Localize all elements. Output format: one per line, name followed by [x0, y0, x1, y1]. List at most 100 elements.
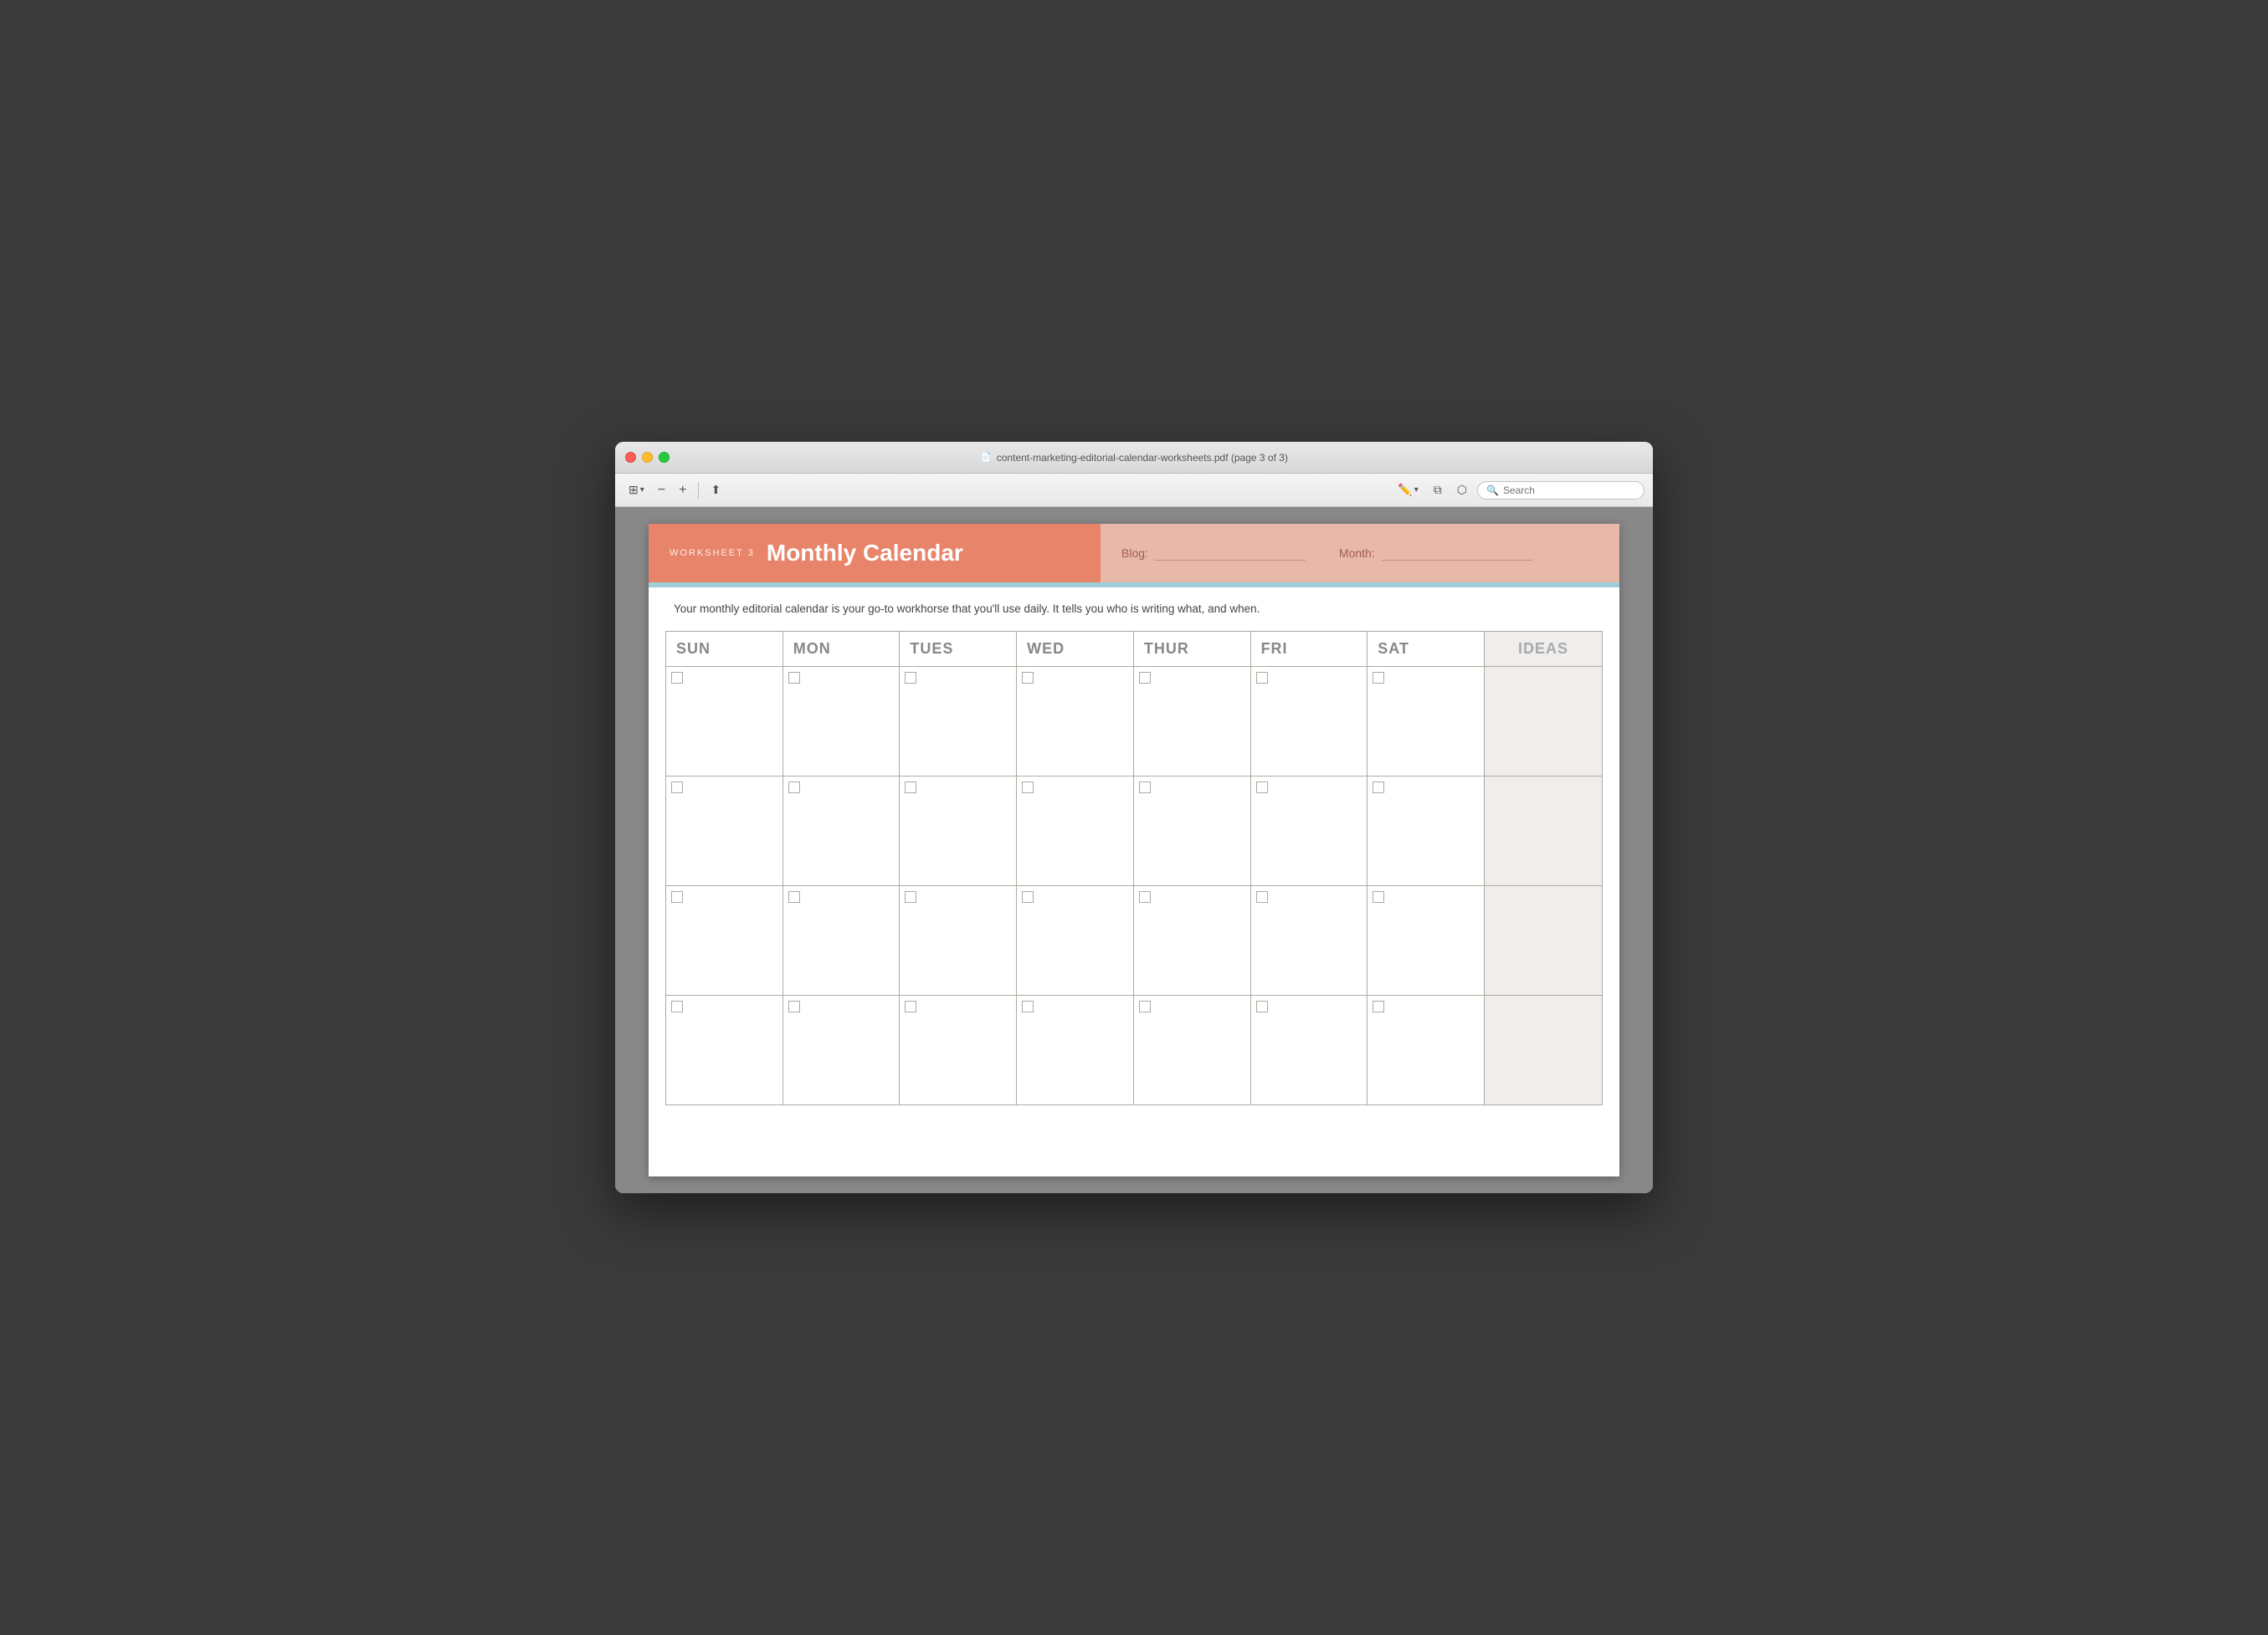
- cell-2-fri: [1251, 776, 1368, 885]
- month-label: Month:: [1339, 546, 1375, 560]
- cell-4-fri: [1251, 996, 1368, 1105]
- day-header-thur: THUR: [1134, 632, 1251, 666]
- cell-1-fri: [1251, 667, 1368, 776]
- calendar-row-3: [666, 886, 1602, 996]
- checkbox-4-mon[interactable]: [788, 1001, 800, 1012]
- checkbox-3-fri[interactable]: [1256, 891, 1268, 903]
- copy-icon: ⧉: [1434, 483, 1442, 497]
- worksheet-label: WORKSHEET 3: [670, 548, 755, 558]
- cell-2-sun: [666, 776, 783, 885]
- toolbar-right: ✏️ ▾ ⧉ ⬡ 🔍: [1393, 479, 1645, 500]
- traffic-lights: [625, 452, 670, 463]
- checkbox-3-sat[interactable]: [1373, 891, 1384, 903]
- blog-label: Blog:: [1121, 546, 1148, 560]
- zoom-in-button[interactable]: +: [674, 479, 691, 501]
- day-header-wed: WED: [1017, 632, 1134, 666]
- blog-input-line: [1155, 546, 1306, 561]
- share-button[interactable]: ⬆: [706, 479, 726, 500]
- checkbox-1-fri[interactable]: [1256, 672, 1268, 684]
- chevron-down-icon2: ▾: [1414, 485, 1419, 495]
- checkbox-2-tues[interactable]: [905, 782, 916, 793]
- search-box: 🔍: [1477, 481, 1645, 500]
- calendar-row-2: [666, 776, 1602, 886]
- close-button[interactable]: [625, 452, 636, 463]
- checkbox-2-mon[interactable]: [788, 782, 800, 793]
- cell-4-tues: [900, 996, 1017, 1105]
- checkbox-1-tues[interactable]: [905, 672, 916, 684]
- checkbox-2-thur[interactable]: [1139, 782, 1151, 793]
- day-header-sat: SAT: [1367, 632, 1485, 666]
- ideas-cell-1: [1485, 667, 1602, 776]
- checkbox-1-sun[interactable]: [671, 672, 683, 684]
- pen-icon: ✏️: [1398, 483, 1412, 497]
- checkbox-4-fri[interactable]: [1256, 1001, 1268, 1012]
- checkbox-1-mon[interactable]: [788, 672, 800, 684]
- sidebar-toggle-button[interactable]: ⊞ ▾: [623, 479, 649, 500]
- cell-3-fri: [1251, 886, 1368, 995]
- pdf-page: WORKSHEET 3 Monthly Calendar Blog: Month…: [649, 524, 1619, 1176]
- cell-3-mon: [783, 886, 901, 995]
- cell-2-sat: [1367, 776, 1485, 885]
- checkbox-4-tues[interactable]: [905, 1001, 916, 1012]
- worksheet-header: WORKSHEET 3 Monthly Calendar Blog: Month…: [649, 524, 1619, 582]
- cell-4-sat: [1367, 996, 1485, 1105]
- titlebar: 📄 content-marketing-editorial-calendar-w…: [615, 442, 1653, 474]
- zoom-out-icon: −: [658, 483, 665, 498]
- day-header-sun: SUN: [666, 632, 783, 666]
- app-window: 📄 content-marketing-editorial-calendar-w…: [615, 442, 1653, 1193]
- checkbox-2-fri[interactable]: [1256, 782, 1268, 793]
- cell-4-sun: [666, 996, 783, 1105]
- copy-button[interactable]: ⧉: [1429, 479, 1447, 500]
- annotate-button[interactable]: ✏️ ▾: [1393, 479, 1423, 500]
- cell-3-thur: [1134, 886, 1251, 995]
- zoom-in-icon: +: [679, 483, 686, 498]
- share-icon: ⬆: [711, 483, 721, 497]
- toolbar-left: ⊞ ▾ − + ⬆: [623, 479, 726, 501]
- cell-1-wed: [1017, 667, 1134, 776]
- checkbox-4-thur[interactable]: [1139, 1001, 1151, 1012]
- chevron-down-icon: ▾: [640, 485, 644, 495]
- toolbar: ⊞ ▾ − + ⬆ ✏️ ▾ ⧉ ⬡: [615, 474, 1653, 507]
- header-left: WORKSHEET 3 Monthly Calendar: [649, 524, 1101, 582]
- ideas-header: IDEAS: [1485, 632, 1602, 666]
- pdf-area: WORKSHEET 3 Monthly Calendar Blog: Month…: [615, 507, 1653, 1193]
- checkbox-2-sun[interactable]: [671, 782, 683, 793]
- checkbox-4-wed[interactable]: [1022, 1001, 1034, 1012]
- calendar-row-4: [666, 996, 1602, 1105]
- toolbar-separator: [698, 482, 699, 499]
- cell-2-wed: [1017, 776, 1134, 885]
- search-input[interactable]: [1503, 484, 1635, 496]
- checkbox-4-sat[interactable]: [1373, 1001, 1384, 1012]
- cell-4-thur: [1134, 996, 1251, 1105]
- checkbox-3-tues[interactable]: [905, 891, 916, 903]
- checkbox-2-wed[interactable]: [1022, 782, 1034, 793]
- zoom-out-button[interactable]: −: [653, 479, 670, 501]
- checkbox-3-mon[interactable]: [788, 891, 800, 903]
- window-title: content-marketing-editorial-calendar-wor…: [997, 452, 1288, 464]
- maximize-button[interactable]: [659, 452, 670, 463]
- window-title-area: 📄 content-marketing-editorial-calendar-w…: [980, 452, 1288, 464]
- calendar-header-row: SUN MON TUES WED THUR FRI SAT IDEAS: [666, 632, 1602, 667]
- action-button[interactable]: ⬡: [1452, 479, 1472, 500]
- header-right: Blog: Month:: [1101, 524, 1619, 582]
- checkbox-1-thur[interactable]: [1139, 672, 1151, 684]
- cell-1-sun: [666, 667, 783, 776]
- cell-3-sun: [666, 886, 783, 995]
- cell-3-wed: [1017, 886, 1134, 995]
- checkbox-3-thur[interactable]: [1139, 891, 1151, 903]
- minimize-button[interactable]: [642, 452, 653, 463]
- cell-4-mon: [783, 996, 901, 1105]
- checkbox-3-sun[interactable]: [671, 891, 683, 903]
- pdf-icon: 📄: [980, 452, 992, 463]
- checkbox-1-wed[interactable]: [1022, 672, 1034, 684]
- worksheet-title: Monthly Calendar: [767, 540, 963, 566]
- checkbox-2-sat[interactable]: [1373, 782, 1384, 793]
- description: Your monthly editorial calendar is your …: [649, 587, 1619, 631]
- checkbox-3-wed[interactable]: [1022, 891, 1034, 903]
- checkbox-4-sun[interactable]: [671, 1001, 683, 1012]
- cell-4-wed: [1017, 996, 1134, 1105]
- day-header-mon: MON: [783, 632, 901, 666]
- checkbox-1-sat[interactable]: [1373, 672, 1384, 684]
- calendar-row-1: [666, 667, 1602, 776]
- cell-1-sat: [1367, 667, 1485, 776]
